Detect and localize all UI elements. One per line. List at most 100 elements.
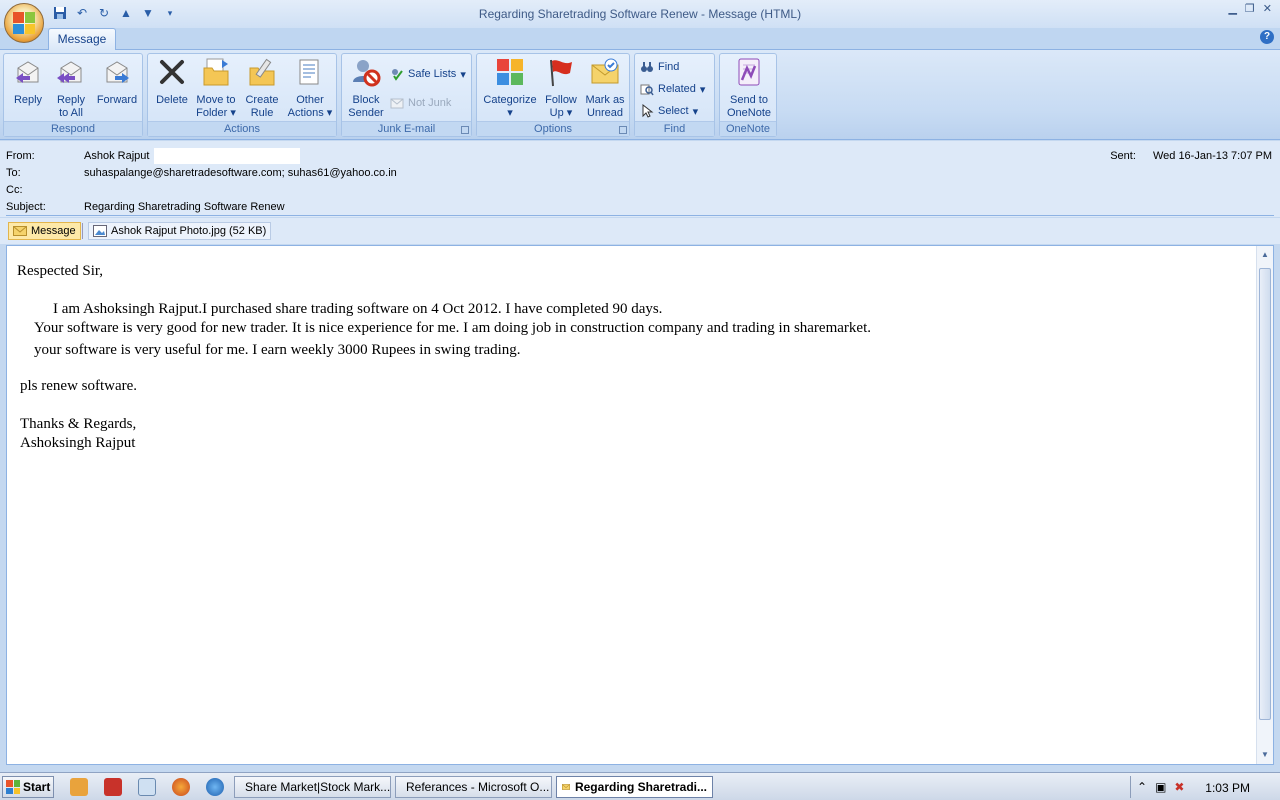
delete-icon bbox=[160, 60, 184, 84]
vertical-scrollbar[interactable]: ▲ ▼ bbox=[1256, 246, 1273, 764]
help-icon[interactable]: ? bbox=[1260, 30, 1274, 44]
greeting-text: Respected Sir, bbox=[17, 263, 104, 279]
subject-label: Subject: bbox=[6, 201, 46, 213]
reply-button[interactable]: Reply bbox=[8, 56, 48, 107]
sent-value: Wed 16-Jan-13 7:07 PM bbox=[1152, 150, 1272, 162]
windows-logo-icon bbox=[6, 780, 20, 794]
not-junk-button[interactable]: Not Junk bbox=[390, 94, 451, 112]
task-current-message[interactable]: Regarding Sharetradi... bbox=[556, 776, 713, 798]
tray-expand-icon[interactable]: ⌃ bbox=[1137, 780, 1147, 794]
sent-info: Sent: Wed 16-Jan-13 7:07 PM bbox=[1110, 150, 1272, 162]
window-title: Regarding Sharetrading Software Renew - … bbox=[478, 7, 802, 21]
group-onenote: Send to OneNote OneNote bbox=[719, 53, 777, 137]
scroll-down-arrow-icon[interactable]: ▼ bbox=[1260, 750, 1270, 760]
categorize-icon bbox=[497, 59, 523, 85]
binoculars-icon bbox=[641, 62, 653, 72]
to-row: To: suhaspalange@sharetradesoftware.com;… bbox=[6, 167, 1106, 183]
minimize-icon[interactable]: ▁ bbox=[1228, 2, 1236, 15]
clock[interactable]: 1:03 PM bbox=[1205, 781, 1250, 795]
signature-text: Ashoksingh Rajput bbox=[20, 435, 136, 451]
reply-icon bbox=[16, 61, 39, 83]
ribbon: Reply Reply to All Forward Respond Delet… bbox=[0, 50, 1280, 140]
delete-button[interactable]: Delete bbox=[152, 56, 192, 107]
other-actions-button[interactable]: Other Actions ▾ bbox=[286, 56, 334, 120]
mark-as-unread-icon bbox=[591, 58, 619, 84]
forward-button[interactable]: Forward bbox=[94, 56, 140, 107]
group-label-find: Find bbox=[635, 121, 714, 136]
cc-label: Cc: bbox=[6, 184, 23, 196]
taskbar: Start Share Market|Stock Mark... Referan… bbox=[0, 772, 1280, 800]
body-line-1: I am Ashoksingh Rajput.I purchased share… bbox=[53, 301, 663, 317]
body-line-2: Your software is very good for new trade… bbox=[34, 320, 871, 336]
body-line-3: your software is very useful for me. I e… bbox=[34, 342, 521, 358]
image-file-icon bbox=[93, 225, 107, 237]
onenote-icon bbox=[738, 58, 760, 86]
from-label: From: bbox=[6, 150, 35, 162]
forward-icon bbox=[106, 61, 129, 83]
office-button[interactable] bbox=[4, 3, 44, 43]
attachment-bar: Message Ashok Rajput Photo.jpg (52 KB) bbox=[0, 218, 1280, 244]
categorize-button[interactable]: Categorize ▾ bbox=[481, 56, 539, 120]
dialog-launcher-icon[interactable] bbox=[461, 126, 469, 134]
envelope-icon bbox=[13, 226, 27, 236]
message-view-tab[interactable]: Message bbox=[8, 222, 81, 240]
close-icon[interactable]: ✕ bbox=[1263, 2, 1272, 15]
related-button[interactable]: Related ▾ bbox=[640, 80, 705, 98]
office-logo-icon bbox=[13, 12, 35, 34]
block-sender-button[interactable]: Block Sender bbox=[344, 56, 388, 120]
start-button[interactable]: Start bbox=[2, 776, 54, 798]
other-actions-icon bbox=[299, 59, 319, 85]
group-label-junk-email: Junk E-mail bbox=[342, 121, 471, 136]
task-chrome[interactable]: Share Market|Stock Mark... bbox=[234, 776, 391, 798]
security-alert-icon[interactable]: ✖ bbox=[1174, 780, 1184, 794]
scroll-up-arrow-icon[interactable]: ▲ bbox=[1260, 250, 1270, 260]
sent-label: Sent: bbox=[1110, 150, 1136, 162]
network-icon[interactable]: ▣ bbox=[1155, 780, 1166, 794]
envelope-icon bbox=[562, 784, 570, 790]
tab-message[interactable]: Message bbox=[48, 28, 116, 51]
media-player-icon[interactable] bbox=[70, 778, 88, 796]
reply-all-button[interactable]: Reply to All bbox=[50, 56, 92, 120]
scrollbar-thumb[interactable] bbox=[1259, 268, 1271, 720]
maximize-icon[interactable]: ❐ bbox=[1245, 2, 1255, 15]
title-bar: ↶ ↻ ▲ ▼ ▾ Regarding Sharetrading Softwar… bbox=[0, 0, 1280, 28]
to-label: To: bbox=[6, 167, 21, 179]
to-value[interactable]: suhaspalange@sharetradesoftware.com; suh… bbox=[84, 167, 397, 179]
closing-text: Thanks & Regards, bbox=[20, 416, 137, 432]
mark-as-unread-button[interactable]: Mark as Unread bbox=[583, 56, 627, 120]
cursor-arrow-icon bbox=[642, 104, 654, 118]
move-to-folder-button[interactable]: Move to Folder ▾ bbox=[194, 56, 238, 120]
follow-up-flag-icon bbox=[550, 59, 572, 87]
follow-up-button[interactable]: Follow Up ▾ bbox=[541, 56, 581, 120]
create-rule-button[interactable]: Create Rule bbox=[240, 56, 284, 120]
group-label-respond: Respond bbox=[4, 121, 142, 136]
cc-row: Cc: bbox=[6, 184, 1106, 200]
select-button[interactable]: Select ▾ bbox=[640, 102, 698, 120]
task-outlook-referances[interactable]: Referances - Microsoft O... bbox=[395, 776, 552, 798]
block-sender-icon bbox=[353, 60, 381, 87]
subject-value: Regarding Sharetrading Software Renew bbox=[84, 201, 285, 213]
from-row: From: Ashok Rajput bbox=[6, 148, 1106, 166]
group-respond: Reply Reply to All Forward Respond bbox=[3, 53, 143, 137]
create-rule-icon bbox=[249, 58, 275, 86]
internet-explorer-icon[interactable] bbox=[206, 778, 224, 796]
not-junk-icon bbox=[390, 98, 404, 109]
reply-all-icon bbox=[57, 61, 82, 83]
group-actions: Delete Move to Folder ▾ Create Rule Othe… bbox=[147, 53, 337, 137]
from-value[interactable]: Ashok Rajput bbox=[84, 150, 149, 162]
sender-address-box bbox=[154, 148, 300, 164]
attachment-file[interactable]: Ashok Rajput Photo.jpg (52 KB) bbox=[88, 222, 272, 240]
attachment-separator bbox=[82, 223, 83, 239]
group-find: Find Related ▾ Select ▾ Find bbox=[634, 53, 715, 137]
group-label-options: Options bbox=[477, 121, 629, 136]
group-label-onenote: OneNote bbox=[720, 121, 776, 136]
dialog-launcher-icon[interactable] bbox=[619, 126, 627, 134]
filezilla-icon[interactable] bbox=[104, 778, 122, 796]
show-desktop-icon[interactable] bbox=[138, 778, 156, 796]
message-body[interactable]: Respected Sir, I am Ashoksingh Rajput.I … bbox=[6, 245, 1274, 765]
firefox-icon[interactable] bbox=[172, 778, 190, 796]
ribbon-tab-row: Message ? bbox=[0, 28, 1280, 51]
safe-lists-button[interactable]: Safe Lists ▾ bbox=[390, 65, 466, 83]
find-button[interactable]: Find bbox=[640, 58, 679, 76]
send-to-onenote-button[interactable]: Send to OneNote bbox=[723, 56, 775, 120]
